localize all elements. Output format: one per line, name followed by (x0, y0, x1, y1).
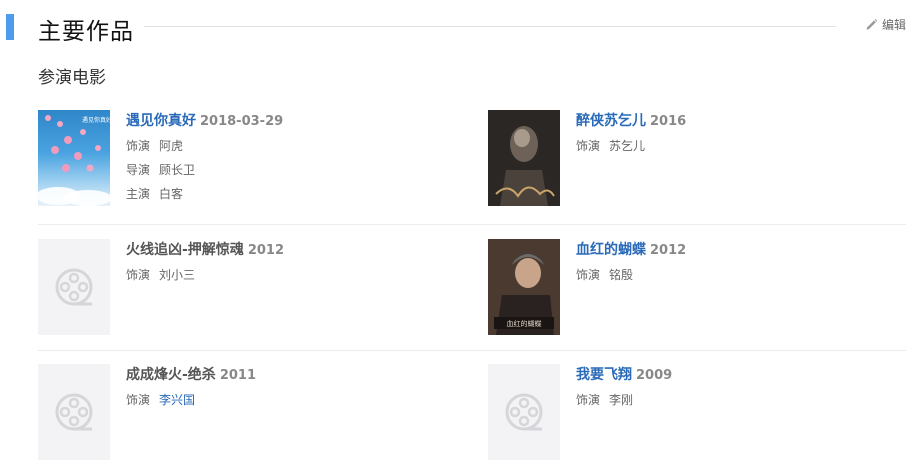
role-list: 饰演 苏乞儿 (576, 134, 686, 158)
section-header: 主要作品 编辑 (0, 0, 918, 56)
film-year: 2009 (636, 368, 673, 383)
poster-text: 血红的蝴蝶 (507, 319, 542, 328)
film-info: 醉侠苏乞儿 2016 饰演 苏乞儿 (576, 112, 686, 158)
film-title[interactable]: 遇见你真好 2018-03-29 (126, 112, 283, 131)
actor-link[interactable]: 李兴国 (159, 393, 195, 407)
film-title: 火线追凶-押解惊魂 2012 (126, 242, 284, 258)
film-info: 血红的蝴蝶 2012 饰演 铭殷 (576, 241, 686, 287)
film-reel-icon (55, 268, 93, 306)
film-title[interactable]: 醉侠苏乞儿 2016 (576, 112, 686, 131)
film-poster-placeholder[interactable] (38, 364, 110, 460)
header-divider (144, 26, 836, 27)
role-list: 饰演 李刚 (576, 388, 672, 412)
poster-illustration: 遇见你真好 (38, 115, 110, 206)
role-row: 饰演 李刚 (576, 393, 634, 407)
film-poster[interactable] (488, 110, 560, 206)
film-year: 2011 (219, 368, 256, 383)
role-row: 主演 白客 (126, 187, 184, 201)
pencil-icon (866, 19, 878, 30)
film-poster[interactable]: 遇见你真好 (38, 110, 110, 206)
film-item: 火线追凶-押解惊魂 2012 饰演 刘小三 (38, 239, 458, 339)
film-poster-placeholder[interactable] (488, 364, 560, 460)
film-info: 火线追凶-押解惊魂 2012 饰演 刘小三 (126, 241, 284, 287)
role-list: 饰演 刘小三 (126, 263, 284, 287)
role-row: 饰演 李兴国 (126, 393, 196, 407)
role-row: 饰演 阿虎 (126, 139, 184, 153)
film-year: 2018-03-29 (200, 114, 284, 129)
film-reel-icon (55, 393, 93, 431)
film-reel-icon (505, 393, 543, 431)
film-item: 血红的蝴蝶 血红的蝴蝶 2012 饰演 铭殷 (488, 239, 908, 339)
film-year: 2012 (247, 243, 284, 258)
film-year: 2016 (650, 114, 687, 129)
role-list: 饰演 铭殷 (576, 263, 686, 287)
film-item: 遇见你真好 遇见你真好 2018-03-29 饰演 阿虎 导演 顾长卫 主演 白客 (38, 110, 458, 210)
film-title[interactable]: 我要飞翔 2009 (576, 366, 672, 385)
film-item: 我要飞翔 2009 饰演 李刚 (488, 364, 908, 464)
subsection-title: 参演电影 (38, 68, 106, 88)
film-poster[interactable]: 血红的蝴蝶 (488, 239, 560, 335)
film-info: 成成烽火-绝杀 2011 饰演 李兴国 (126, 366, 256, 412)
film-title: 成成烽火-绝杀 2011 (126, 367, 256, 383)
film-info: 遇见你真好 2018-03-29 饰演 阿虎 导演 顾长卫 主演 白客 (126, 112, 283, 206)
edit-label: 编辑 (881, 18, 906, 32)
role-list: 饰演 李兴国 (126, 388, 256, 412)
film-title[interactable]: 血红的蝴蝶 2012 (576, 241, 686, 260)
poster-text: 遇见你真好 (82, 116, 110, 124)
poster-illustration: 血红的蝴蝶 (488, 239, 560, 335)
section-title: 主要作品 (38, 19, 134, 45)
film-item: 醉侠苏乞儿 2016 饰演 苏乞儿 (488, 110, 908, 210)
poster-illustration (495, 126, 555, 206)
film-poster-placeholder[interactable] (38, 239, 110, 335)
film-info: 我要飞翔 2009 饰演 李刚 (576, 366, 672, 412)
role-row: 饰演 刘小三 (126, 268, 196, 282)
role-list: 饰演 阿虎 导演 顾长卫 主演 白客 (126, 134, 283, 206)
edit-button[interactable]: 编辑 (865, 16, 906, 33)
row-divider (38, 224, 906, 225)
row-divider (38, 350, 906, 351)
film-item: 成成烽火-绝杀 2011 饰演 李兴国 (38, 364, 458, 464)
header-accent-bar (6, 14, 14, 40)
film-year: 2012 (650, 243, 687, 258)
role-row: 导演 顾长卫 (126, 163, 196, 177)
role-row: 饰演 铭殷 (576, 268, 634, 282)
role-row: 饰演 苏乞儿 (576, 139, 646, 153)
